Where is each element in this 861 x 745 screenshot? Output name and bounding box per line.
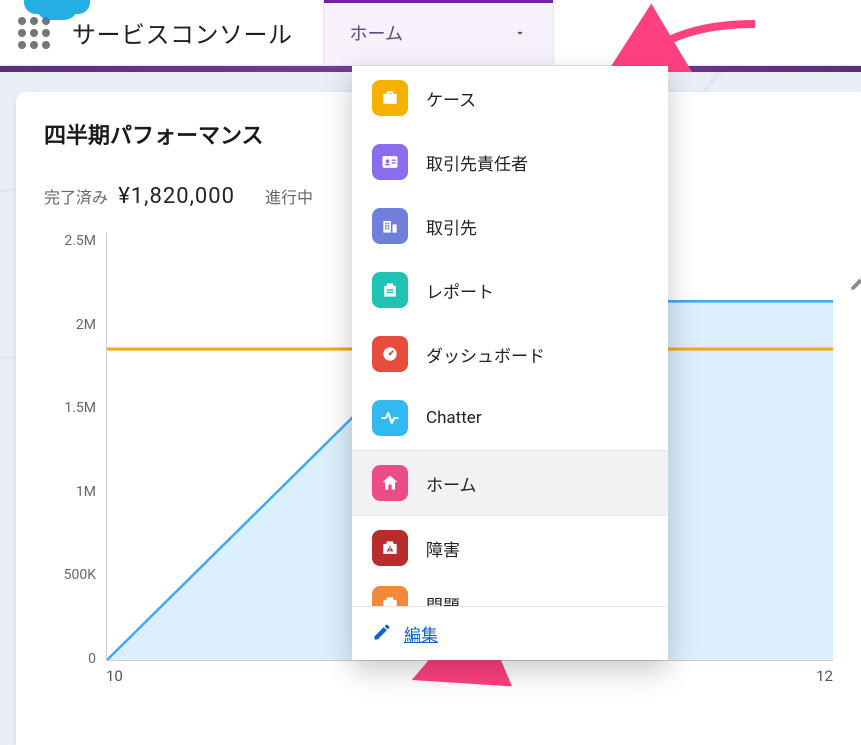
report-icon xyxy=(372,272,408,308)
nav-item-case[interactable]: ケース xyxy=(352,66,668,130)
metric-closed: 完了済み ¥1,820,000 xyxy=(44,184,235,209)
nav-item-report[interactable]: レポート xyxy=(352,258,668,322)
tab-home-label: ホーム xyxy=(350,20,403,46)
nav-item-label: 取引先 xyxy=(426,214,477,239)
nav-edit-link[interactable]: 編集 xyxy=(404,621,438,646)
chevron-down-icon[interactable] xyxy=(513,26,527,40)
metric-open-label: 進行中 xyxy=(265,188,313,207)
incident-icon xyxy=(372,530,408,566)
nav-item-incident[interactable]: 障害 xyxy=(352,516,668,580)
tab-home[interactable]: ホーム xyxy=(323,0,554,65)
dashboard-icon xyxy=(372,336,408,372)
case-icon xyxy=(372,80,408,116)
nav-item-account[interactable]: 取引先 xyxy=(352,194,668,258)
account-icon xyxy=(372,208,408,244)
chart-x-ticks: 10 11 12 xyxy=(106,667,833,697)
nav-item-home[interactable]: ホーム xyxy=(352,451,668,515)
nav-item-dashboard[interactable]: ダッシュボード xyxy=(352,322,668,386)
nav-item-label: ダッシュボード xyxy=(426,342,545,367)
nav-item-label: 問題 xyxy=(426,592,460,607)
app-title: サービスコンソール xyxy=(72,15,293,50)
nav-dropdown: ケース取引先責任者取引先レポートダッシュボード Chatter ホーム障害問題 編集 xyxy=(352,66,668,660)
metric-closed-label: 完了済み xyxy=(44,188,108,207)
chatter-icon xyxy=(372,400,408,436)
nav-item-label: Chatter xyxy=(426,408,482,428)
logo-icon xyxy=(34,0,80,12)
nav-item-problem[interactable]: 問題 xyxy=(352,580,668,606)
app-header: サービスコンソール ホーム xyxy=(0,0,861,66)
edit-pencil-icon[interactable] xyxy=(849,274,861,296)
pencil-icon xyxy=(372,622,392,646)
problem-icon xyxy=(372,586,408,606)
nav-item-label: レポート xyxy=(426,278,494,303)
nav-item-contact[interactable]: 取引先責任者 xyxy=(352,130,668,194)
metric-open: 進行中 xyxy=(265,184,313,208)
contact-icon xyxy=(372,144,408,180)
home-icon xyxy=(372,465,408,501)
tabset: ホーム xyxy=(323,0,554,65)
nav-item-chatter[interactable]: Chatter xyxy=(352,386,668,450)
nav-item-label: 取引先責任者 xyxy=(426,150,528,175)
nav-item-label: 障害 xyxy=(426,536,460,561)
nav-dropdown-list[interactable]: ケース取引先責任者取引先レポートダッシュボード Chatter ホーム障害問題 xyxy=(352,66,668,606)
nav-edit-row[interactable]: 編集 xyxy=(352,606,668,660)
app-launcher-icon[interactable] xyxy=(18,17,50,49)
metric-closed-value: ¥1,820,000 xyxy=(118,184,235,209)
nav-item-label: ホーム xyxy=(426,471,477,496)
chart-y-ticks: 2.5M 2M 1.5M 1M 500K 0 xyxy=(44,227,102,661)
nav-item-label: ケース xyxy=(426,86,476,111)
